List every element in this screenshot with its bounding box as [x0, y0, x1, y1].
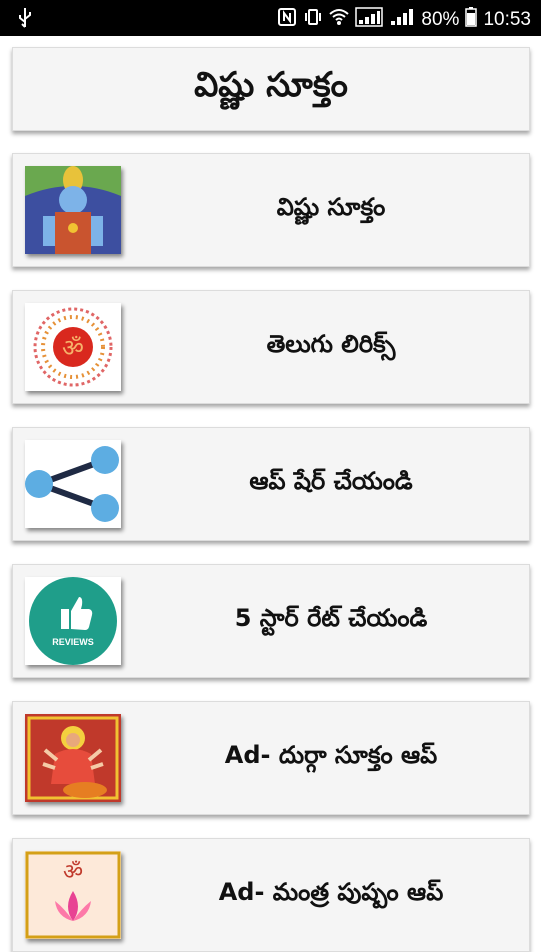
signal-1-icon [355, 7, 384, 33]
list-item-ad-durga-app[interactable]: Ad- దుర్గా సూక్తం ఆప్ [12, 701, 530, 815]
item-label: తెలుగు లిరిక్స్ [266, 330, 396, 358]
status-bar: 80% 10:53 [0, 0, 541, 36]
item-label: 5 స్టార్ రేట్ చేయండి [234, 604, 428, 632]
item-label: Ad- మంత్ర పుష్పం ఆప్ [218, 878, 444, 906]
reviews-thumbs-up-icon: REVIEWS [25, 577, 121, 665]
page-header: విష్ణు సూక్తం [12, 47, 530, 131]
svg-text:ॐ: ॐ [63, 860, 83, 885]
battery-percent: 80% [421, 9, 460, 30]
vibrate-icon [303, 7, 323, 33]
signal-2-icon [389, 7, 415, 33]
vishnu-image-icon [25, 166, 121, 254]
list-item-share-app[interactable]: ఆప్ షేర్ చేయండి [12, 427, 530, 541]
page-title: విష్ణు సూక్తం [194, 65, 348, 105]
list-item-ad-mantra-pushpam-app[interactable]: ॐ Ad- మంత్ర పుష్పం ఆప్ [12, 838, 530, 952]
share-icon [25, 440, 121, 528]
wifi-icon [329, 7, 350, 33]
item-label: Ad- దుర్గా సూక్తం ఆప్ [224, 741, 438, 769]
svg-text:REVIEWS: REVIEWS [52, 637, 94, 647]
battery-icon [465, 7, 478, 33]
item-label: ఆప్ షేర్ చేయండి [249, 467, 413, 495]
list-item-telugu-lyrics[interactable]: ॐ తెలుగు లిరిక్స్ [12, 290, 530, 404]
nfc-icon [277, 7, 297, 33]
usb-icon [18, 7, 32, 35]
svg-text:ॐ: ॐ [62, 334, 84, 362]
list-item-vishnu-sooktham[interactable]: విష్ణు సూక్తం [12, 153, 530, 267]
om-mandala-icon: ॐ [25, 303, 121, 391]
list-item-rate-5-star[interactable]: REVIEWS 5 స్టార్ రేట్ చేయండి [12, 564, 530, 678]
lotus-om-icon: ॐ [25, 851, 121, 939]
durga-image-icon [25, 714, 121, 802]
clock: 10:53 [483, 9, 531, 30]
item-label: విష్ణు సూక్తం [276, 193, 386, 221]
